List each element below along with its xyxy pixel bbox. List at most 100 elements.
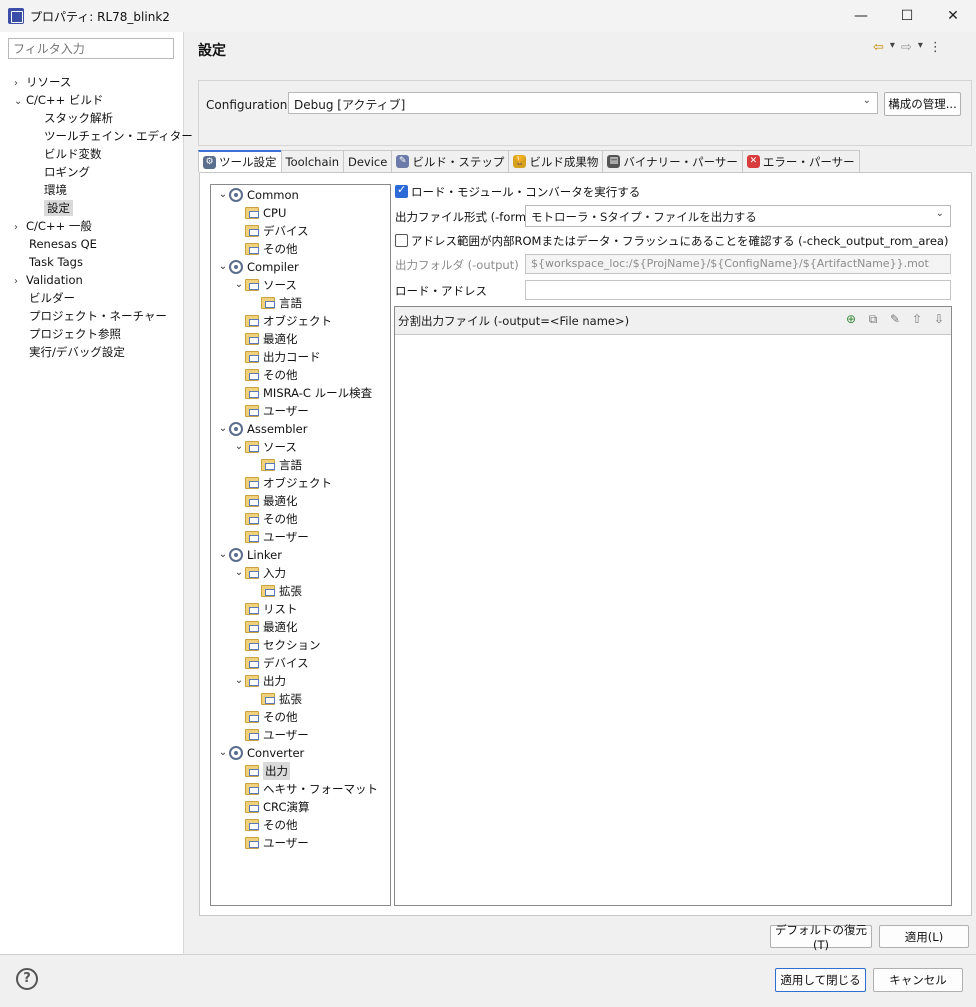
- chevron-icon[interactable]: ›: [14, 219, 26, 237]
- tree-node[interactable]: CPU: [233, 204, 286, 222]
- sidebar-item[interactable]: ⌄ C/C++ ビルド: [14, 91, 103, 109]
- tree-node[interactable]: ユーザー: [233, 402, 309, 420]
- tree-node[interactable]: ユーザー: [233, 726, 309, 744]
- tree-node[interactable]: MISRA-C ルール検査: [233, 384, 372, 402]
- restore-defaults-button[interactable]: デフォルトの復元(T): [770, 923, 872, 952]
- tab[interactable]: ✎ ビルド・ステップ: [391, 150, 510, 172]
- tree-node[interactable]: 拡張: [249, 582, 302, 600]
- tab[interactable]: 🏆 ビルド成果物: [508, 150, 604, 172]
- chevron-down-icon[interactable]: ⌄: [233, 276, 245, 294]
- sidebar-item[interactable]: Renesas QE: [29, 235, 97, 253]
- copy-icon[interactable]: ⧉: [865, 312, 881, 327]
- load-address-field[interactable]: [525, 280, 951, 300]
- move-up-icon[interactable]: ⇧: [909, 312, 925, 327]
- tree-node[interactable]: 最適化: [233, 492, 298, 510]
- tab[interactable]: ✕ エラー・パーサー: [741, 150, 860, 172]
- cancel-button[interactable]: キャンセル: [873, 968, 963, 992]
- chevron-down-icon[interactable]: ⌄: [217, 420, 229, 438]
- tree-node[interactable]: ⌄ 出力: [233, 672, 286, 690]
- close-button[interactable]: ✕: [930, 0, 976, 32]
- view-menu-icon[interactable]: ⋮: [929, 40, 942, 55]
- sidebar-item[interactable]: ロギング: [44, 163, 90, 181]
- sidebar-item[interactable]: › Validation: [14, 271, 83, 289]
- sidebar-item[interactable]: Task Tags: [29, 253, 83, 271]
- tree-node[interactable]: CRC演算: [233, 798, 309, 816]
- apply-and-close-button[interactable]: 適用して閉じる: [775, 968, 866, 992]
- sidebar-item[interactable]: ビルダー: [29, 289, 75, 307]
- sidebar-item[interactable]: プロジェクト・ネーチャー: [29, 307, 167, 325]
- tree-node[interactable]: オブジェクト: [233, 312, 332, 330]
- help-icon[interactable]: ?: [16, 968, 38, 990]
- tree-node[interactable]: 拡張: [249, 690, 302, 708]
- sidebar-item[interactable]: スタック解析: [44, 109, 113, 127]
- tree-node-label: デバイス: [263, 224, 309, 238]
- forward-dropdown-icon[interactable]: ▾: [918, 40, 923, 55]
- tree-node[interactable]: ⌄ Common: [217, 186, 299, 204]
- tree-node[interactable]: ⌄ Converter: [217, 744, 304, 762]
- configuration-select[interactable]: Debug [アクティブ] ⌄: [288, 92, 878, 114]
- tree-node[interactable]: 最適化: [233, 618, 298, 636]
- chevron-icon[interactable]: ›: [14, 273, 26, 291]
- chevron-down-icon: ⌄: [862, 95, 871, 106]
- chevron-down-icon[interactable]: ⌄: [217, 744, 229, 762]
- tree-node[interactable]: 言語: [249, 294, 302, 312]
- tree-node[interactable]: 出力コード: [233, 348, 321, 366]
- manage-configurations-button[interactable]: 構成の管理...: [884, 92, 961, 116]
- chevron-down-icon[interactable]: ⌄: [233, 438, 245, 456]
- tree-node[interactable]: 出力: [233, 762, 290, 780]
- tree-node[interactable]: ユーザー: [233, 528, 309, 546]
- sidebar-item[interactable]: 実行/デバッグ設定: [29, 343, 125, 361]
- forward-arrow-icon[interactable]: ⇨: [901, 40, 912, 55]
- tree-node[interactable]: その他: [233, 240, 298, 258]
- tree-node[interactable]: ユーザー: [233, 834, 309, 852]
- tree-node[interactable]: リスト: [233, 600, 298, 618]
- tree-node[interactable]: デバイス: [233, 222, 309, 240]
- chevron-down-icon[interactable]: ⌄: [233, 564, 245, 582]
- tree-node[interactable]: セクション: [233, 636, 321, 654]
- sidebar-item[interactable]: ツールチェイン・エディター: [44, 127, 193, 145]
- move-down-icon[interactable]: ⇩: [931, 312, 947, 327]
- apply-button[interactable]: 適用(L): [879, 925, 969, 948]
- tree-node[interactable]: その他: [233, 366, 298, 384]
- tree-node[interactable]: ⌄ Linker: [217, 546, 282, 564]
- sidebar-item[interactable]: プロジェクト参照: [29, 325, 121, 343]
- tree-node[interactable]: その他: [233, 510, 298, 528]
- check-rom-checkbox[interactable]: [395, 234, 408, 247]
- tab[interactable]: ⚙ ツール設定: [198, 150, 282, 172]
- edit-icon[interactable]: ✎: [887, 312, 903, 327]
- back-dropdown-icon[interactable]: ▾: [890, 40, 895, 55]
- tree-node[interactable]: 言語: [249, 456, 302, 474]
- tab[interactable]: ▤ バイナリー・パーサー: [602, 150, 743, 172]
- sidebar-item[interactable]: ビルド変数: [44, 145, 102, 163]
- tree-node[interactable]: 最適化: [233, 330, 298, 348]
- sidebar-item[interactable]: › リソース: [14, 73, 71, 91]
- sidebar-item[interactable]: 設定: [44, 199, 73, 217]
- run-converter-checkbox[interactable]: [395, 183, 408, 198]
- tree-node[interactable]: ⌄ 入力: [233, 564, 286, 582]
- chevron-icon[interactable]: ⌄: [14, 93, 26, 111]
- chevron-down-icon[interactable]: ⌄: [217, 258, 229, 276]
- back-arrow-icon[interactable]: ⇦: [873, 40, 884, 55]
- tree-node[interactable]: その他: [233, 816, 298, 834]
- sidebar-item[interactable]: 環境: [44, 181, 67, 199]
- tree-node[interactable]: デバイス: [233, 654, 309, 672]
- maximize-button[interactable]: ☐: [884, 0, 930, 32]
- add-icon[interactable]: ⊕: [843, 312, 859, 327]
- chevron-down-icon[interactable]: ⌄: [233, 672, 245, 690]
- tree-node[interactable]: ⌄ ソース: [233, 438, 297, 456]
- sidebar-item[interactable]: › C/C++ 一般: [14, 217, 92, 235]
- tab[interactable]: Device: [342, 150, 393, 172]
- tree-node[interactable]: ヘキサ・フォーマット: [233, 780, 378, 798]
- tree-node[interactable]: その他: [233, 708, 298, 726]
- tab[interactable]: Toolchain: [280, 150, 344, 172]
- filter-input[interactable]: [8, 38, 174, 59]
- tree-node-label: デバイス: [263, 656, 309, 670]
- tree-node[interactable]: ⌄ Compiler: [217, 258, 299, 276]
- chevron-down-icon[interactable]: ⌄: [217, 186, 229, 204]
- tree-node[interactable]: ⌄ ソース: [233, 276, 297, 294]
- tree-node[interactable]: オブジェクト: [233, 474, 332, 492]
- output-format-select[interactable]: モトローラ・Sタイプ・ファイルを出力する ⌄: [525, 205, 951, 227]
- chevron-down-icon[interactable]: ⌄: [217, 546, 229, 564]
- minimize-button[interactable]: —: [838, 0, 884, 32]
- tree-node[interactable]: ⌄ Assembler: [217, 420, 307, 438]
